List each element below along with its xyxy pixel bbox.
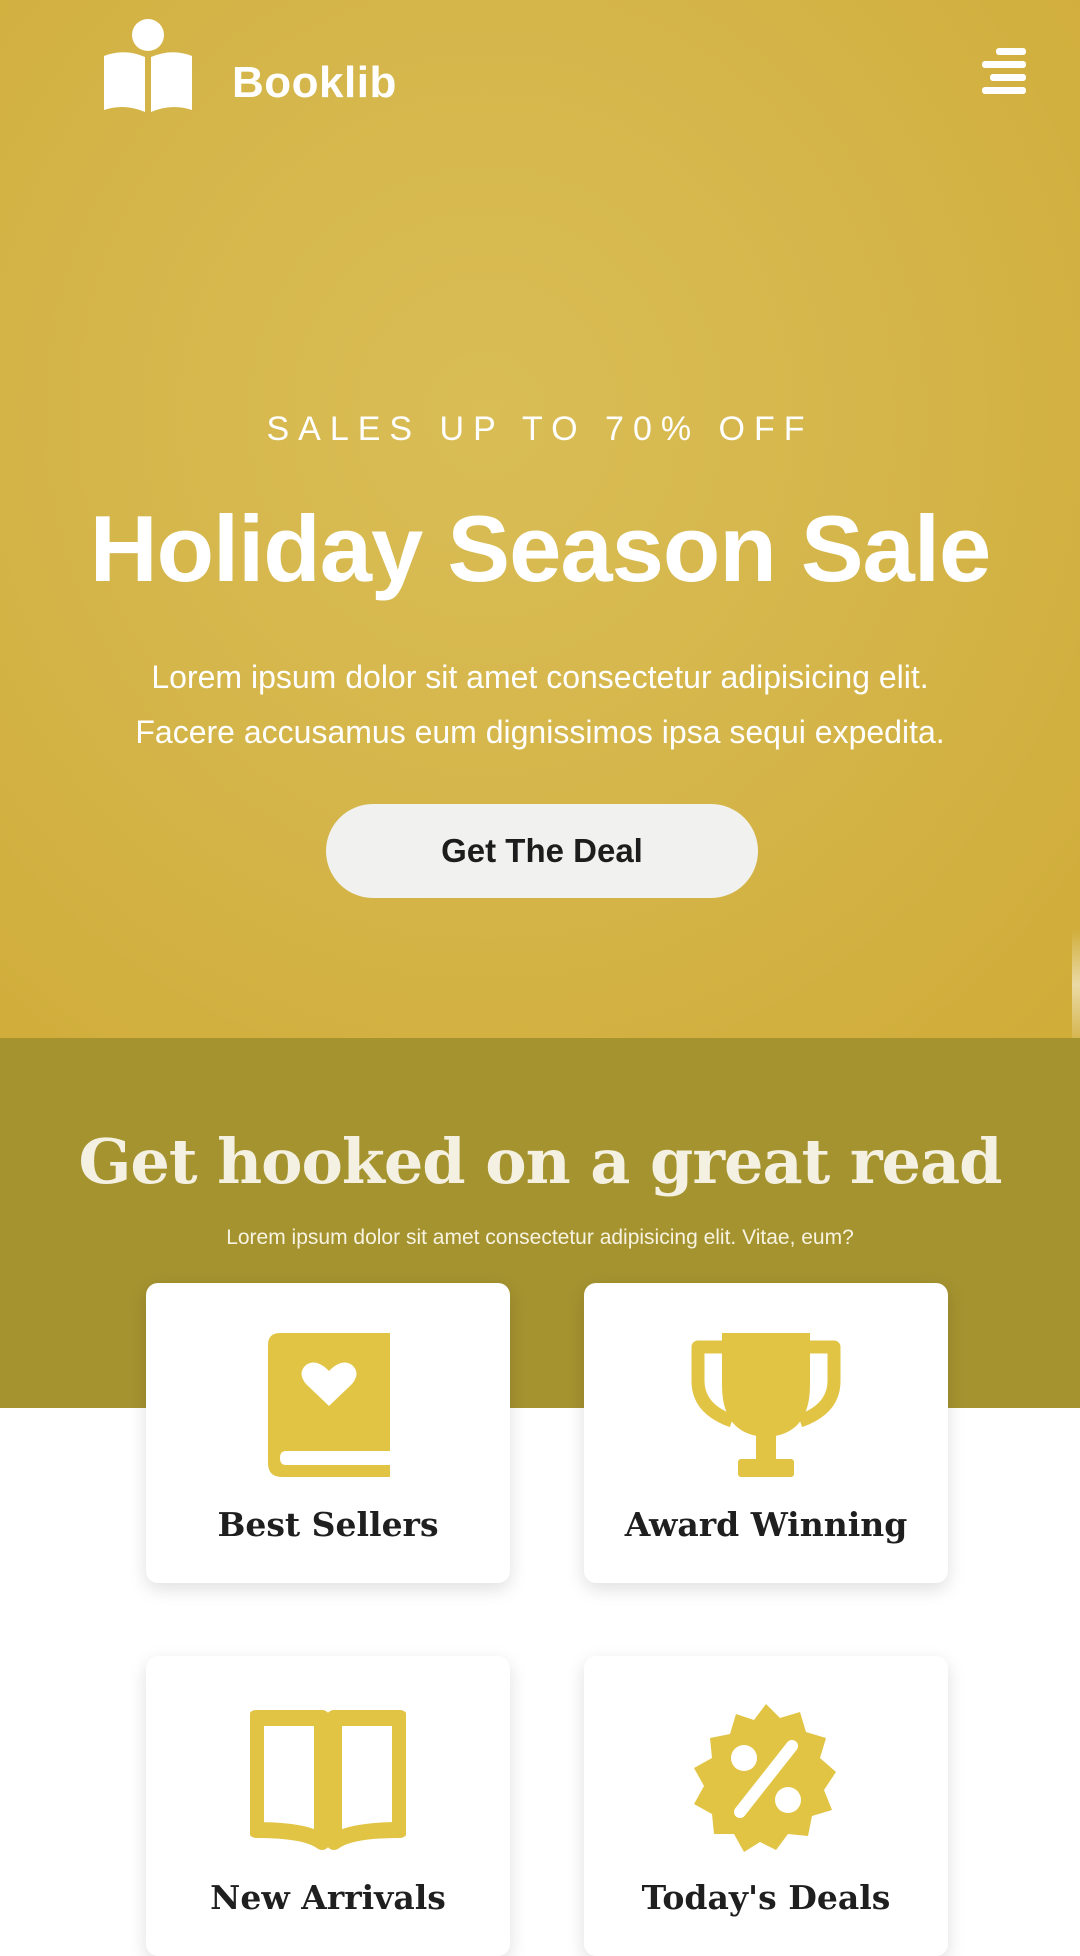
- hero-title: Holiday Season Sale: [89, 496, 991, 601]
- book-heart-icon: [268, 1333, 390, 1477]
- category-card-todays-deals[interactable]: Today's Deals: [584, 1656, 948, 1956]
- category-card-best-sellers[interactable]: Best Sellers: [146, 1283, 510, 1583]
- category-label: New Arrivals: [210, 1878, 446, 1917]
- hero-description-line-2: Facere accusamus eum dignissimos ipsa se…: [135, 714, 945, 750]
- category-card-award-winning[interactable]: Award Winning: [584, 1283, 948, 1583]
- hamburger-menu-icon[interactable]: [982, 48, 1026, 94]
- trophy-icon: [691, 1333, 841, 1477]
- section-title: Get hooked on a great read: [78, 1125, 1002, 1198]
- hero-description: Lorem ipsum dolor sit amet consectetur a…: [40, 650, 1040, 760]
- category-label: Best Sellers: [217, 1505, 439, 1544]
- section-subtitle: Lorem ipsum dolor sit amet consectetur a…: [226, 1226, 854, 1249]
- get-the-deal-button[interactable]: Get The Deal: [326, 804, 758, 898]
- hero-background-highlight: [1072, 930, 1080, 1038]
- hero-description-line-1: Lorem ipsum dolor sit amet consectetur a…: [151, 659, 929, 695]
- reading-person-logo-icon: [104, 19, 192, 112]
- percent-badge-icon: [694, 1704, 836, 1852]
- category-label: Today's Deals: [641, 1878, 891, 1917]
- category-label: Award Winning: [624, 1505, 908, 1544]
- brand-name: Booklib: [232, 58, 397, 107]
- brand-logo[interactable]: Booklib: [100, 18, 397, 114]
- open-book-icon: [250, 1710, 406, 1850]
- category-card-new-arrivals[interactable]: New Arrivals: [146, 1656, 510, 1956]
- hero-eyebrow: SALES UP TO 70% OFF: [266, 410, 814, 448]
